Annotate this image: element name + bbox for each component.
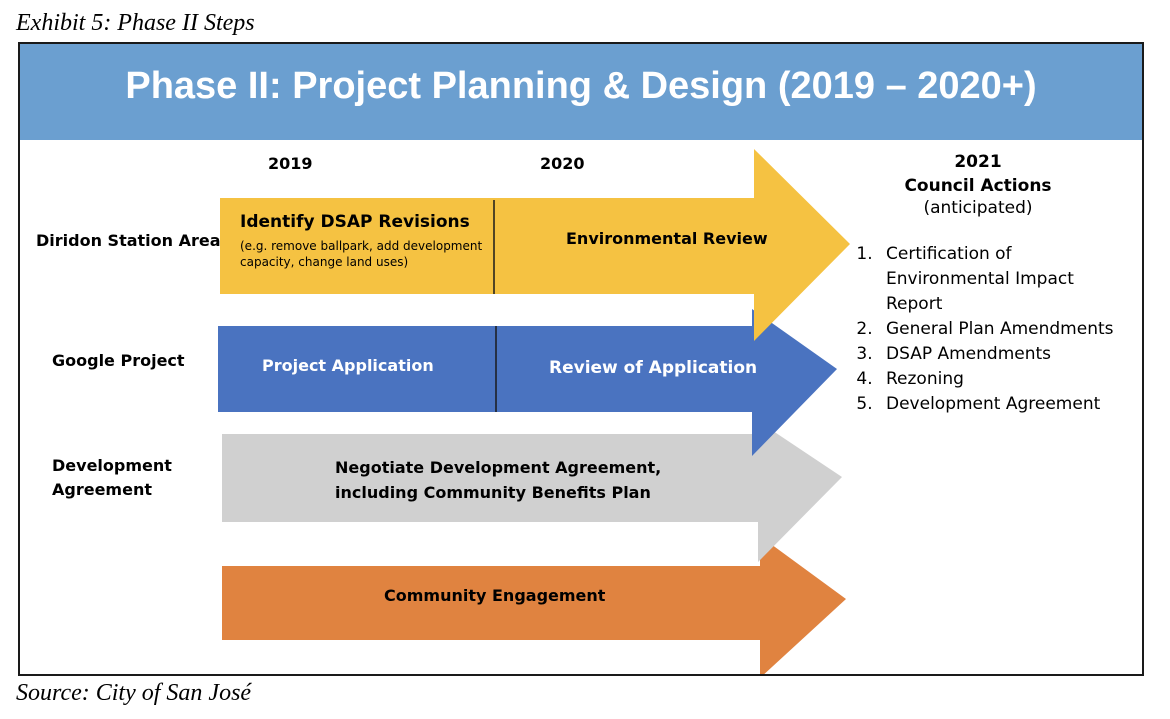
council-action-item: Rezoning <box>878 367 1118 392</box>
orange-arrow <box>222 536 846 674</box>
review-application-label: Review of Application <box>549 358 758 378</box>
row-label-diridon: Diridon Station Area <box>36 231 221 250</box>
env-review-label: Environmental Review <box>566 229 768 248</box>
council-actions-list: Certification of Environmental Impact Re… <box>838 242 1118 417</box>
council-actions-title: Council Actions <box>904 176 1052 196</box>
diagram-frame: Phase II: Project Planning & Design (201… <box>18 42 1144 676</box>
year-2019: 2019 <box>268 154 313 173</box>
negotiate-line2: including Community Benefits Plan <box>335 483 651 502</box>
exhibit-title: Exhibit 5: Phase II Steps <box>16 10 255 36</box>
dsap-title: Identify DSAP Revisions <box>240 212 470 232</box>
dsap-detail: (e.g. remove ballpark, add development c… <box>240 239 483 269</box>
blue-arrow <box>218 309 837 456</box>
council-actions: 2021 Council Actions (anticipated) Certi… <box>838 152 1118 417</box>
year-2021: 2021 <box>954 152 1002 172</box>
year-2020: 2020 <box>540 154 585 173</box>
row-label-devagreement: Development Agreement <box>52 456 172 499</box>
negotiate-line1: Negotiate Development Agreement, <box>335 458 662 477</box>
council-action-item: Certification of Environmental Impact Re… <box>878 242 1118 317</box>
council-action-item: General Plan Amendments <box>878 317 1118 342</box>
council-action-item: Development Agreement <box>878 392 1118 417</box>
project-application-label: Project Application <box>262 356 434 375</box>
council-action-item: DSAP Amendments <box>878 342 1118 367</box>
council-actions-subtitle: (anticipated) <box>923 198 1033 218</box>
community-label: Community Engagement <box>384 586 606 605</box>
row-label-google: Google Project <box>52 351 185 370</box>
source-caption: Source: City of San José <box>16 680 252 706</box>
